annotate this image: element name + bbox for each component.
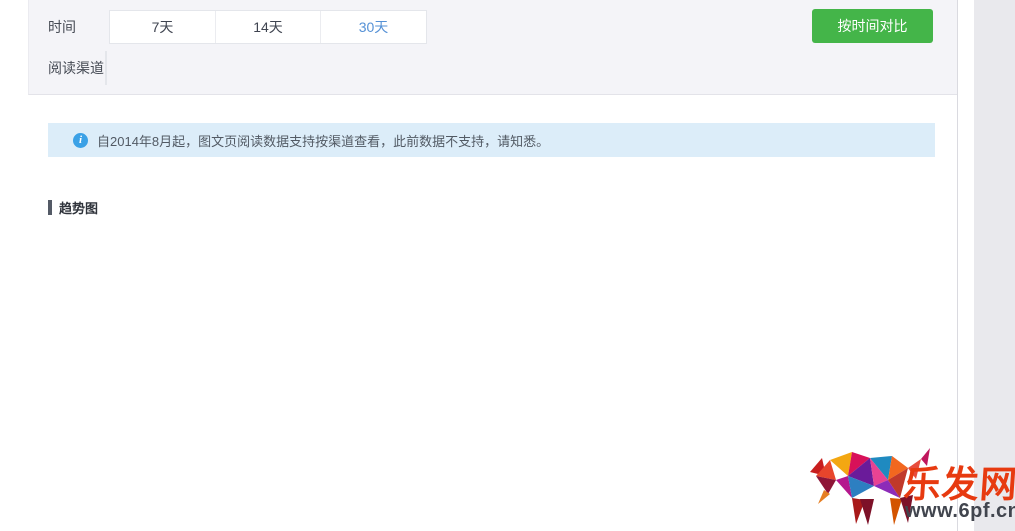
section-title: 趋势图 bbox=[48, 198, 98, 217]
channel-tabs bbox=[105, 51, 107, 85]
channel-filter-row: 阅读渠道 bbox=[29, 51, 957, 85]
compare-by-time-button[interactable]: 按时间对比 bbox=[812, 9, 933, 43]
notice-banner: i 自2014年8月起，图文页阅读数据支持按渠道查看，此前数据不支持，请知悉。 bbox=[48, 123, 935, 157]
content-edge-divider bbox=[957, 0, 958, 531]
time-option-1[interactable]: 7天 bbox=[110, 11, 216, 43]
section-title-text: 趋势图 bbox=[59, 198, 98, 217]
time-range-group: 7天14天30天 bbox=[109, 10, 427, 44]
info-icon: i bbox=[73, 133, 88, 148]
time-option-3[interactable]: 30天 bbox=[321, 11, 426, 43]
time-option-2[interactable]: 14天 bbox=[216, 11, 321, 43]
section-title-bar-icon bbox=[48, 200, 52, 215]
notice-text: 自2014年8月起，图文页阅读数据支持按渠道查看，此前数据不支持，请知悉。 bbox=[97, 131, 549, 150]
time-filter-row: 时间 7天14天30天 按时间对比 bbox=[29, 10, 957, 44]
channel-filter-label: 阅读渠道 bbox=[48, 51, 104, 85]
scrollbar-track[interactable] bbox=[974, 0, 1015, 531]
time-filter-label: 时间 bbox=[48, 10, 76, 44]
filter-panel: 时间 7天14天30天 按时间对比 阅读渠道 bbox=[28, 0, 957, 95]
read-analytics-page: 时间 7天14天30天 按时间对比 阅读渠道 i 自2014年8月起，图文页阅读… bbox=[0, 0, 1015, 531]
